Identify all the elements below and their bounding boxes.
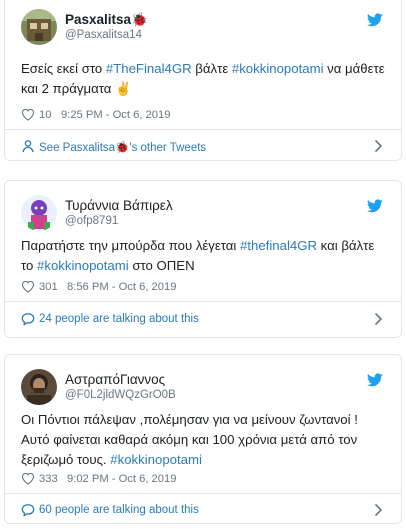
display-name[interactable]: Pasxalitsa🐞 bbox=[65, 11, 148, 28]
user-handle[interactable]: @Pasxalitsa14 bbox=[65, 28, 148, 43]
tweet-text-segment: βάλτε bbox=[191, 61, 232, 76]
like-count: 10 bbox=[39, 109, 52, 121]
tweet-text: Εσείς εκεί στο #TheFinal4GR βάλτε #kokki… bbox=[21, 59, 389, 99]
display-name[interactable]: Τυράννια Βάπιρελ bbox=[65, 197, 173, 214]
tweet-text-segment: Εσείς εκεί στο bbox=[21, 61, 106, 76]
divider bbox=[5, 301, 401, 302]
twitter-bird-icon[interactable] bbox=[367, 373, 383, 387]
divider bbox=[5, 129, 401, 130]
tweet-card[interactable]: Pasxalitsa🐞 @Pasxalitsa14 Εσείς εκεί στο… bbox=[4, 0, 402, 161]
tweet-card[interactable]: Τυράννια Βάπιρελ @ofp8791 Παρατήστε την … bbox=[4, 180, 402, 338]
chevron-right-icon[interactable] bbox=[374, 503, 383, 517]
heart-icon[interactable] bbox=[21, 108, 35, 121]
twitter-bird-icon[interactable] bbox=[367, 199, 383, 213]
timestamp[interactable]: 8:56 PM - Oct 6, 2019 bbox=[67, 281, 176, 293]
chevron-right-icon[interactable] bbox=[374, 139, 383, 153]
tweet-footer-link[interactable]: 24 people are talking about this bbox=[21, 311, 385, 329]
hashtag-link[interactable]: #thefinal4GR bbox=[240, 238, 317, 253]
tweet-text-segment: Παρατήστε την μπούρδα που λέγεται bbox=[21, 238, 241, 253]
user-handle[interactable]: @F0L2jldWQzGrO0B bbox=[65, 388, 176, 403]
tweet-footer-link[interactable]: See Pasxalitsa🐞's other Tweets bbox=[21, 138, 385, 156]
chevron-right-icon[interactable] bbox=[374, 312, 383, 326]
tweet-footer-link[interactable]: 60 people are talking about this bbox=[21, 502, 385, 520]
heart-icon[interactable] bbox=[21, 280, 35, 293]
like-count: 301 bbox=[39, 281, 58, 293]
divider bbox=[5, 493, 401, 494]
hashtag-link[interactable]: #TheFinal4GR bbox=[106, 61, 192, 76]
timestamp[interactable]: 9:02 PM - Oct 6, 2019 bbox=[67, 473, 176, 485]
timestamp[interactable]: 9:25 PM - Oct 6, 2019 bbox=[61, 109, 170, 121]
avatar[interactable] bbox=[21, 195, 57, 231]
footer-label[interactable]: See Pasxalitsa🐞's other Tweets bbox=[39, 140, 206, 154]
tweet-text: Παρατήστε την μπούρδα που λέγεται #thefi… bbox=[21, 236, 389, 276]
tweet-header: ΑστραπόΓιαννος @F0L2jldWQzGrO0B bbox=[21, 369, 385, 409]
person-icon bbox=[22, 140, 34, 153]
tweet-text-segment: στο ΟΠΕΝ bbox=[128, 258, 195, 273]
tweet-card[interactable]: ΑστραπόΓιαννος @F0L2jldWQzGrO0B Οι Πόντι… bbox=[4, 354, 402, 524]
hashtag-link[interactable]: #kokkinopotami bbox=[37, 258, 129, 273]
twitter-bird-icon[interactable] bbox=[367, 13, 383, 27]
tweet-header: Τυράννια Βάπιρελ @ofp8791 bbox=[21, 195, 385, 235]
tweet-header: Pasxalitsa🐞 @Pasxalitsa14 bbox=[21, 9, 385, 49]
user-handle[interactable]: @ofp8791 bbox=[65, 214, 173, 229]
footer-label[interactable]: 60 people are talking about this bbox=[39, 504, 199, 516]
tweet-text: Οι Πόντιοι πάλεψαν ,πολέμησαν για να μεί… bbox=[21, 410, 389, 470]
footer-label[interactable]: 24 people are talking about this bbox=[39, 313, 199, 325]
hashtag-link[interactable]: #kokkinopotami bbox=[110, 452, 202, 467]
avatar[interactable] bbox=[21, 9, 57, 45]
like-count: 333 bbox=[39, 473, 58, 485]
display-name[interactable]: ΑστραπόΓιαννος bbox=[65, 371, 176, 388]
avatar[interactable] bbox=[21, 369, 57, 405]
heart-icon[interactable] bbox=[21, 472, 35, 485]
comment-icon bbox=[21, 313, 35, 326]
hashtag-link[interactable]: #kokkinopotami bbox=[232, 61, 324, 76]
comment-icon bbox=[21, 504, 35, 517]
